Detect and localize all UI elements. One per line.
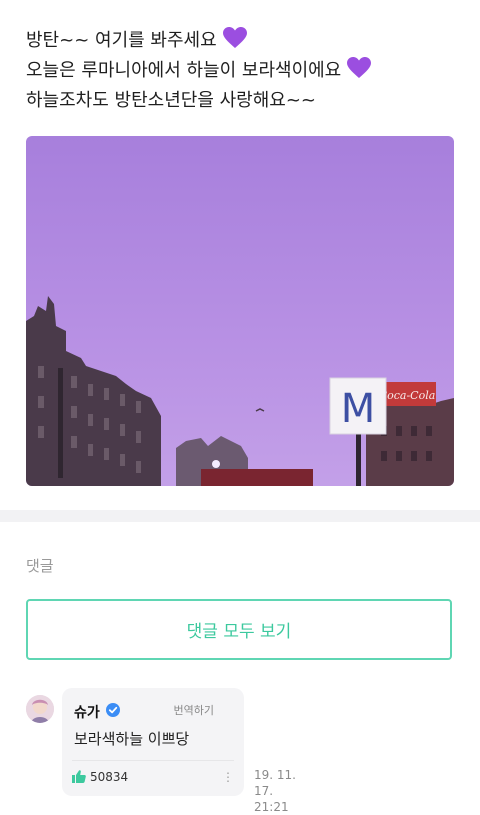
post-photo[interactable]: Coca-Cola M <box>26 136 454 486</box>
comment-bubble: 슈가 번역하기 보라색하늘 이쁘당 50834 ⋮ <box>62 688 244 796</box>
verified-badge-icon <box>106 703 120 717</box>
more-options-icon[interactable]: ⋮ <box>222 770 234 784</box>
translate-button[interactable]: 번역하기 <box>174 702 214 718</box>
post-line-3: 하늘조차도 방탄소년단을 사랑해요~~ <box>26 90 317 111</box>
post-line-2: 오늘은 루마니아에서 하늘이 보라색이에요 <box>26 56 466 86</box>
metro-sign-letter: M <box>341 386 376 432</box>
purple-sky-photo: Coca-Cola M <box>26 136 454 486</box>
post-line-1: 방탄~~ 여기를 봐주세요 <box>26 26 466 56</box>
billboard-text: Coca-Cola <box>379 389 436 402</box>
like-count: 50834 <box>90 770 129 784</box>
bubble-divider <box>72 760 234 761</box>
comment-date: 19. 11. 17. <box>254 768 296 798</box>
post-text: 방탄~~ 여기를 봐주세요 오늘은 루마니아에서 하늘이 보라색이에요 하늘조차… <box>26 26 466 116</box>
comment-time: 21:21 <box>254 800 289 814</box>
purple-heart-icon <box>347 57 372 78</box>
comments-heading: 댓글 <box>26 557 54 575</box>
purple-heart-icon <box>222 27 247 48</box>
comment-timestamp: 19. 11. 17. 21:21 <box>254 767 314 815</box>
section-divider <box>0 510 480 522</box>
view-all-comments-button[interactable]: 댓글 모두 보기 <box>26 599 452 660</box>
comment-text: 보라색하늘 이쁘당 <box>74 730 190 748</box>
avatar[interactable] <box>26 695 54 723</box>
thumbs-up-icon[interactable] <box>72 770 86 783</box>
comment-author[interactable]: 슈가 <box>74 702 100 722</box>
